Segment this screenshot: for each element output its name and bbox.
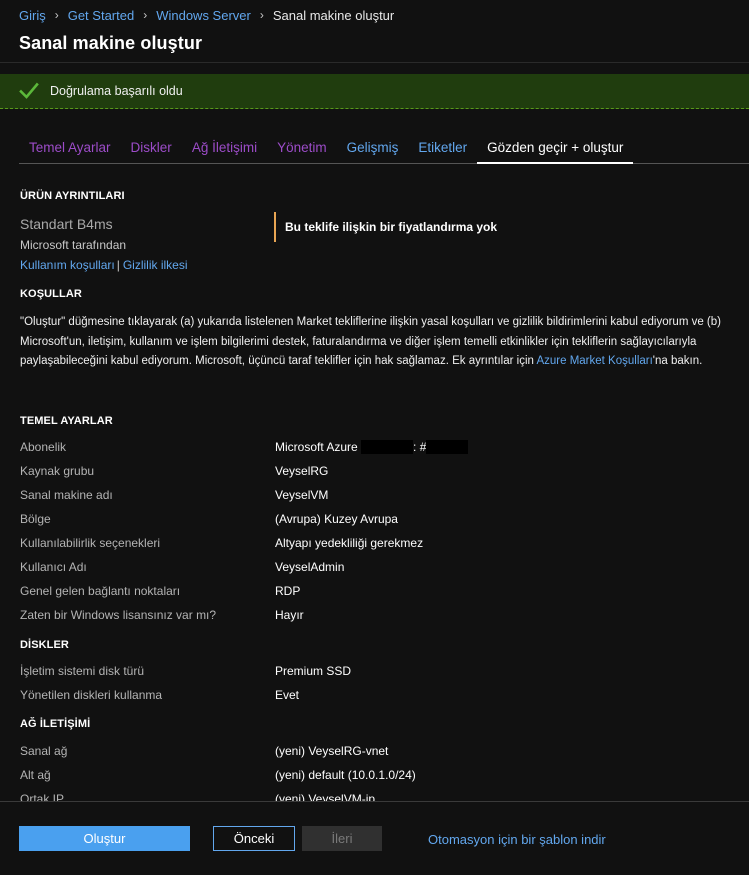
azure-marketplace-terms-link[interactable]: Azure Market Koşulları <box>536 355 652 367</box>
terms-paragraph: "Oluştur" düğmesine tıklayarak (a) yukar… <box>20 313 735 372</box>
validation-banner: Doğrulama başarılı oldu <box>0 74 749 109</box>
tab-gelismis[interactable]: Gelişmiş <box>337 138 409 163</box>
row-value: VeyselVM <box>275 488 329 502</box>
row-label: Zaten bir Windows lisansınız var mı? <box>20 608 217 622</box>
product-publisher: Microsoft tarafından <box>20 238 127 252</box>
pricing-text: Bu teklife ilişkin bir fiyatlandırma yok <box>285 220 498 234</box>
row-label: Sanal ağ <box>20 744 68 758</box>
product-details-heading: ÜRÜN AYRINTILARI <box>20 190 125 202</box>
product-name: Standart B4ms <box>20 216 113 232</box>
redaction-block <box>426 440 469 454</box>
row-value: RDP <box>275 584 301 598</box>
chevron-right-icon: › <box>143 8 148 22</box>
row-label: Abonelik <box>20 440 67 454</box>
link-separator: | <box>116 258 120 272</box>
row-label: İşletim sistemi disk türü <box>20 664 145 678</box>
breadcrumb-get-started-link[interactable]: Get Started <box>68 8 134 23</box>
previous-button[interactable]: Önceki <box>213 826 295 851</box>
row-value: Microsoft Azure : # <box>275 440 469 454</box>
pricing-note: Bu teklife ilişkin bir fiyatlandırma yok <box>274 212 497 242</box>
action-bar: Oluştur Önceki İleri Otomasyon için bir … <box>0 801 749 875</box>
row-value: (yeni) default (10.0.1.0/24) <box>275 768 416 782</box>
validation-message: Doğrulama başarılı oldu <box>50 84 183 98</box>
row-value: Premium SSD <box>275 664 352 678</box>
create-button[interactable]: Oluştur <box>19 826 190 851</box>
breadcrumb-current: Sanal makine oluştur <box>272 7 395 23</box>
subscription-separator: : # <box>413 440 427 454</box>
row-value: (yeni) VeyselRG-vnet <box>275 744 389 758</box>
row-value: Evet <box>275 688 300 702</box>
tab-diskler[interactable]: Diskler <box>121 138 182 163</box>
next-button: İleri <box>302 826 382 851</box>
redaction-block <box>361 440 414 454</box>
row-value: VeyselAdmin <box>275 560 345 574</box>
chevron-right-icon: › <box>259 8 264 22</box>
row-label: Sanal makine adı <box>20 488 113 502</box>
network-heading: AĞ İLETİŞİMİ <box>20 718 91 730</box>
breadcrumb-windows-server-link[interactable]: Windows Server <box>156 8 251 23</box>
breadcrumb: Giriş › Get Started › Windows Server › S… <box>19 7 394 23</box>
product-links: Kullanım koşulları | Gizlilik ilkesi <box>20 258 188 272</box>
download-template-link[interactable]: Otomasyon için bir şablon indir <box>428 832 606 847</box>
terms-heading: KOŞULLAR <box>20 288 82 300</box>
tab-review-create[interactable]: Gözden geçir + oluştur <box>477 138 634 164</box>
tab-etiketler[interactable]: Etiketler <box>408 138 477 163</box>
terms-of-use-link[interactable]: Kullanım koşulları <box>20 258 115 272</box>
subscription-name: Microsoft Azure <box>275 440 358 454</box>
row-value: Altyapı yedekliliği gerekmez <box>275 536 424 550</box>
row-label: Kullanılabilirlik seçenekleri <box>20 536 161 550</box>
chevron-right-icon: › <box>54 8 59 22</box>
tab-ag-iletisimi[interactable]: Ağ İletişimi <box>182 138 267 163</box>
tab-strip: Temel Ayarlar Diskler Ağ İletişimi Yönet… <box>19 138 749 164</box>
title-divider <box>0 62 749 63</box>
disks-heading: DİSKLER <box>20 639 69 651</box>
privacy-policy-link[interactable]: Gizlilik ilkesi <box>123 258 188 272</box>
tab-temel-ayarlar[interactable]: Temel Ayarlar <box>19 138 121 163</box>
row-label: Kaynak grubu <box>20 464 95 478</box>
row-value: Hayır <box>275 608 304 622</box>
row-label: Genel gelen bağlantı noktaları <box>20 584 181 598</box>
checkmark-icon <box>19 82 39 99</box>
row-label: Bölge <box>20 512 51 526</box>
row-label: Kullanıcı Adı <box>20 560 87 574</box>
breadcrumb-home-link[interactable]: Giriş <box>19 8 46 23</box>
page-title: Sanal makine oluştur <box>19 33 203 53</box>
tab-yonetim[interactable]: Yönetim <box>267 138 337 163</box>
terms-suffix: 'na bakın. <box>652 355 703 367</box>
row-label: Yönetilen diskleri kullanma <box>20 688 163 702</box>
row-value: VeyselRG <box>275 464 329 478</box>
basics-heading: TEMEL AYARLAR <box>20 415 113 427</box>
row-label: Alt ağ <box>20 768 51 782</box>
row-value: (Avrupa) Kuzey Avrupa <box>275 512 398 526</box>
